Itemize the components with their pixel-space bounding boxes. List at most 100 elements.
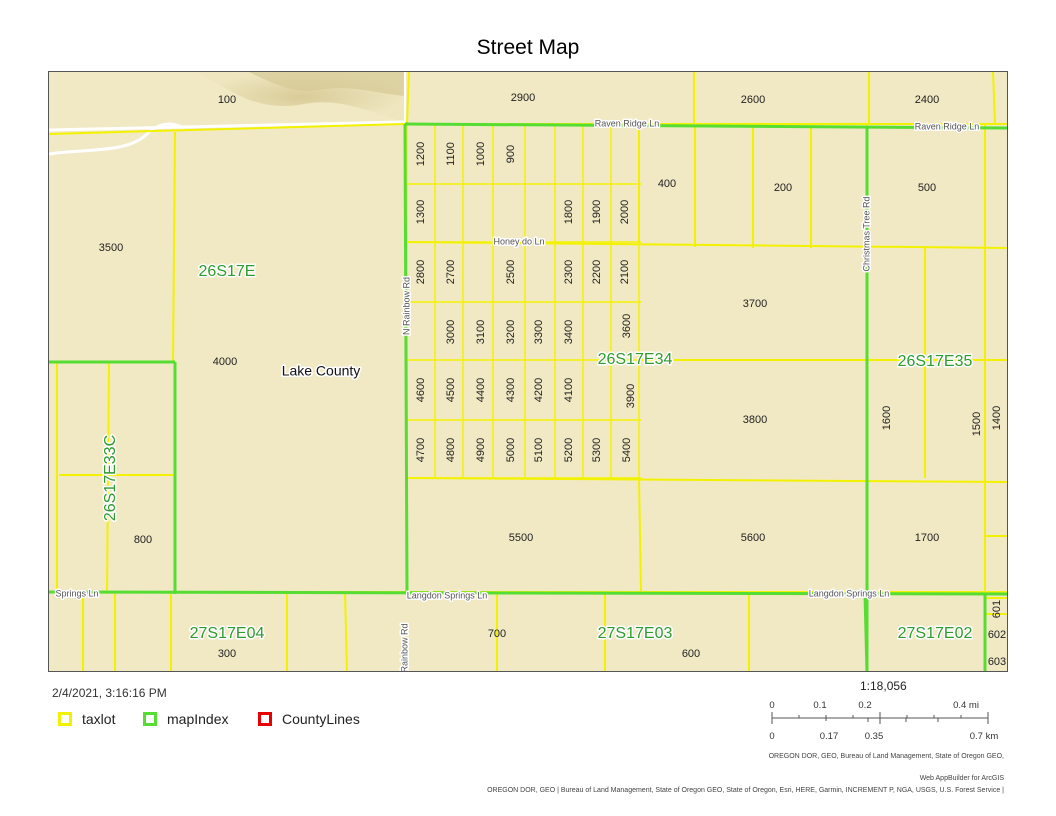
road-label: Honey do Ln <box>493 236 544 246</box>
taxlot-label: 5200 <box>563 438 575 462</box>
taxlot-label: 900 <box>505 145 517 163</box>
taxlot-label: 1600 <box>881 406 893 430</box>
taxlot-label: 3900 <box>625 384 637 408</box>
legend-label: mapIndex <box>167 711 229 727</box>
taxlot-swatch-icon <box>58 712 72 726</box>
taxlot-label: 300 <box>218 648 236 660</box>
map-canvas[interactable]: Raven Ridge Ln Raven Ridge Ln Honey do Ln N… <box>49 72 1008 672</box>
taxlot-label: 1200 <box>415 142 427 166</box>
section-label: 26S17E35 <box>898 353 973 370</box>
taxlot-label: 1300 <box>415 200 427 224</box>
taxlot-label: 700 <box>488 628 506 640</box>
scale-mi-tick: 0.1 <box>813 700 826 711</box>
taxlot-label: 1900 <box>591 200 603 224</box>
map-title: Street Map <box>476 36 580 59</box>
taxlot-line <box>406 72 410 125</box>
taxlot-label: 5300 <box>591 438 603 462</box>
attribution-sources: OREGON DOR, GEO, Bureau of Land Manageme… <box>768 753 1004 760</box>
taxlot-label: 3600 <box>621 314 633 338</box>
road-label: Springs Ln <box>55 588 98 598</box>
attribution-credits: OREGON DOR, GEO | Bureau of Land Managem… <box>487 787 1004 794</box>
taxlot-label: 5600 <box>741 532 765 544</box>
road-label: Langdon Springs Ln <box>809 588 890 598</box>
mapindex-swatch-icon <box>143 712 157 726</box>
road-label: Rainbow Rd <box>399 623 409 672</box>
road-label: Langdon Springs Ln <box>407 590 488 600</box>
taxlot-label: 2100 <box>619 260 631 284</box>
taxlot-label: 5000 <box>505 438 517 462</box>
scale-bar: 0 0.1 0.2 0.4 mi 0 0.17 0.35 0.7 km <box>769 700 999 742</box>
legend-item-mapindex: mapIndex <box>143 707 228 731</box>
road-label: Christmas Tree Rd <box>861 196 871 271</box>
taxlot-label: 400 <box>658 178 676 190</box>
taxlot-label: 1100 <box>445 142 457 166</box>
taxlot-label: 2000 <box>619 200 631 224</box>
timestamp: 2/4/2021, 3:16:16 PM <box>52 686 167 700</box>
taxlot-label: 3800 <box>743 414 767 426</box>
taxlot-label: 3200 <box>505 320 517 344</box>
section-label: 27S17E03 <box>598 625 673 642</box>
taxlot-label: 3300 <box>533 320 545 344</box>
countylines-swatch-icon <box>258 712 272 726</box>
taxlot-label: 2400 <box>915 94 939 106</box>
map-frame[interactable]: Raven Ridge Ln Raven Ridge Ln Honey do Ln N… <box>48 71 1008 672</box>
taxlot-label: 1800 <box>563 200 575 224</box>
taxlot-label: 4600 <box>415 378 427 402</box>
taxlot-label: 4200 <box>533 378 545 402</box>
taxlot-label: 2700 <box>445 260 457 284</box>
taxlot-label: 3500 <box>99 242 123 254</box>
section-label: 26S17E34 <box>598 351 673 368</box>
legend-label: taxlot <box>82 711 116 727</box>
section-label: 26S17E33C <box>102 435 119 521</box>
taxlot-label: 500 <box>918 182 936 194</box>
taxlot-label: 1000 <box>475 142 487 166</box>
taxlot-label: 2500 <box>505 260 517 284</box>
taxlot-line <box>992 72 996 125</box>
scale-mi-tick: 0.4 mi <box>953 700 979 711</box>
section-line <box>403 123 409 595</box>
taxlot-label: 4300 <box>505 378 517 402</box>
scale-km-tick: 0 <box>769 731 774 742</box>
section-label: 27S17E02 <box>898 625 973 642</box>
taxlot-label: 100 <box>218 94 236 106</box>
taxlot-line <box>344 591 348 671</box>
road-label: N Rainbow Rd <box>401 277 411 335</box>
scale-mi-tick: 0 <box>769 700 774 711</box>
scale-km-tick: 0.7 km <box>970 731 999 742</box>
taxlot-label: 4800 <box>445 438 457 462</box>
taxlot-label: 4400 <box>475 378 487 402</box>
taxlot-label: 5500 <box>509 532 533 544</box>
taxlot-label: 2800 <box>415 260 427 284</box>
legend-item-countylines: CountyLines <box>258 707 360 731</box>
taxlot-label: 3400 <box>563 320 575 344</box>
legend-label: CountyLines <box>282 711 360 727</box>
scale-km-tick: 0.17 <box>820 731 839 742</box>
county-label: Lake County <box>282 363 361 379</box>
taxlot-label: 1400 <box>991 406 1003 430</box>
taxlot-label: 800 <box>134 534 152 546</box>
taxlot-line <box>172 131 176 363</box>
section-label: 27S17E04 <box>190 625 265 642</box>
taxlot-label: 4700 <box>415 438 427 462</box>
section-label: 26S17E <box>199 263 256 280</box>
taxlot-label: 2600 <box>741 94 765 106</box>
scale-mi-tick: 0.2 <box>858 700 871 711</box>
taxlot-label: 3000 <box>445 320 457 344</box>
taxlot-label: 1700 <box>915 532 939 544</box>
taxlot-label: 2900 <box>511 92 535 104</box>
taxlot-label: 3100 <box>475 320 487 344</box>
taxlot-label: 200 <box>774 182 792 194</box>
taxlot-label: 4500 <box>445 378 457 402</box>
taxlot-label: 2200 <box>591 260 603 284</box>
taxlot-line <box>638 477 642 593</box>
attribution-app: Web AppBuilder for ArcGIS <box>919 775 1004 782</box>
taxlot-label: 4100 <box>563 378 575 402</box>
taxlot-label: 602 <box>988 629 1006 641</box>
taxlot-label: 2300 <box>563 260 575 284</box>
legend-item-taxlot: taxlot <box>58 707 115 731</box>
taxlot-label: 1500 <box>971 412 983 436</box>
section-line <box>863 593 869 671</box>
taxlot-label: 3700 <box>743 298 767 310</box>
taxlot-label: 603 <box>988 656 1006 668</box>
taxlot-label: 601 <box>991 600 1003 618</box>
